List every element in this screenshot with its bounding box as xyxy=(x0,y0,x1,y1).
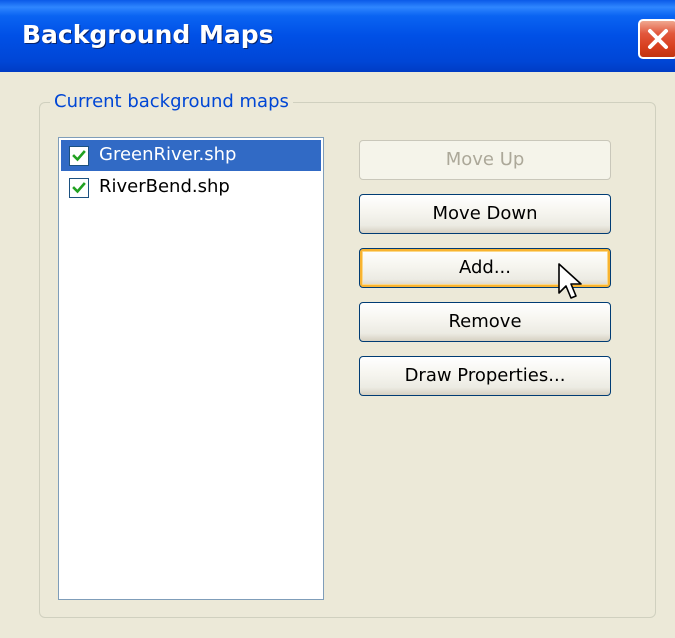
background-maps-dialog: Background Maps Current background maps … xyxy=(0,0,675,638)
title-bar[interactable]: Background Maps xyxy=(0,0,675,72)
checkbox-riverbend[interactable] xyxy=(69,178,89,198)
checkmark-icon xyxy=(72,182,86,194)
draw-properties-button[interactable]: Draw Properties... xyxy=(359,356,611,396)
list-item-label: GreenRiver.shp xyxy=(99,144,237,165)
list-item-label: RiverBend.shp xyxy=(99,176,230,197)
list-item-riverbend[interactable]: RiverBend.shp xyxy=(61,172,321,203)
group-label: Current background maps xyxy=(50,91,293,113)
checkmark-icon xyxy=(72,150,86,162)
checkbox-greenriver[interactable] xyxy=(69,146,89,166)
close-x-icon xyxy=(648,29,668,49)
mouse-pointer-icon xyxy=(558,263,582,299)
close-button[interactable] xyxy=(638,19,675,59)
move-up-button[interactable]: Move Up xyxy=(359,140,611,180)
background-maps-list[interactable]: GreenRiver.shp RiverBend.shp xyxy=(58,137,324,600)
list-item-greenriver[interactable]: GreenRiver.shp xyxy=(61,140,321,171)
remove-button[interactable]: Remove xyxy=(359,302,611,342)
window-title: Background Maps xyxy=(22,20,274,49)
move-down-button[interactable]: Move Down xyxy=(359,194,611,234)
